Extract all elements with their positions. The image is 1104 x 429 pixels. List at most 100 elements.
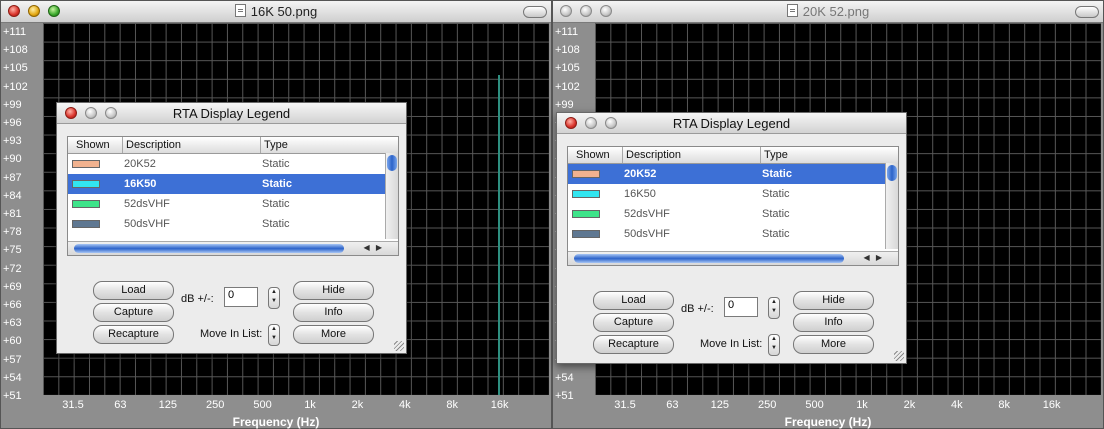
y-tick-label: +105 bbox=[555, 62, 580, 75]
move-in-list-stepper[interactable]: ▲ ▼ bbox=[768, 334, 780, 356]
legend-row-type: Static bbox=[262, 158, 290, 170]
dialog-titlebar[interactable]: RTA Display Legend bbox=[557, 113, 906, 134]
rta-legend-dialog[interactable]: RTA Display Legend Shown Description Typ… bbox=[56, 102, 407, 354]
x-tick-label: 8k bbox=[446, 399, 458, 411]
x-tick-label: 1k bbox=[304, 399, 316, 411]
y-tick-label: +111 bbox=[3, 26, 27, 38]
y-tick-label: +90 bbox=[3, 153, 22, 166]
hide-button[interactable]: Hide bbox=[293, 281, 374, 300]
column-type[interactable]: Type bbox=[264, 139, 288, 151]
hide-button[interactable]: Hide bbox=[793, 291, 874, 310]
y-tick-label: +108 bbox=[3, 44, 28, 57]
resize-grip-icon[interactable] bbox=[894, 351, 904, 361]
x-tick-label: 500 bbox=[805, 399, 824, 411]
trace-color-swatch-icon[interactable] bbox=[72, 180, 100, 188]
window-titlebar[interactable]: 20K 52.png bbox=[553, 1, 1103, 23]
recapture-button[interactable]: Recapture bbox=[93, 325, 174, 344]
trace-color-swatch-icon[interactable] bbox=[572, 230, 600, 238]
x-tick-label: 16k bbox=[1042, 399, 1061, 411]
trace-color-swatch-icon[interactable] bbox=[572, 190, 600, 198]
more-button[interactable]: More bbox=[293, 325, 374, 344]
capture-button[interactable]: Capture bbox=[593, 313, 674, 332]
db-offset-stepper[interactable]: ▲ ▼ bbox=[768, 297, 780, 319]
legend-row[interactable]: 16K50 Static bbox=[568, 184, 886, 204]
scroll-arrows-icon[interactable]: ◀ ▶ bbox=[363, 243, 384, 252]
db-offset-label: dB +/-: bbox=[681, 303, 714, 315]
horizontal-scrollbar[interactable]: ◀ ▶ bbox=[68, 241, 398, 255]
x-tick-label: 500 bbox=[253, 399, 272, 411]
window-titlebar[interactable]: 16K 50.png bbox=[1, 1, 551, 23]
vertical-scrollbar[interactable] bbox=[885, 163, 898, 249]
legend-list[interactable]: Shown Description Type 20K52 Static 16K50 S… bbox=[567, 146, 899, 266]
scroll-thumb[interactable] bbox=[387, 155, 397, 171]
vertical-scrollbar[interactable] bbox=[385, 153, 398, 239]
legend-row[interactable]: 50dsVHF Static bbox=[68, 214, 386, 234]
load-button[interactable]: Load bbox=[593, 291, 674, 310]
x-tick-label: 250 bbox=[758, 399, 777, 411]
db-offset-input[interactable]: 0 bbox=[224, 287, 258, 307]
column-shown[interactable]: Shown bbox=[76, 139, 110, 151]
column-description[interactable]: Description bbox=[626, 149, 681, 161]
move-in-list-stepper[interactable]: ▲ ▼ bbox=[268, 324, 280, 346]
legend-row-description: 16K50 bbox=[624, 188, 656, 200]
y-tick-label: +63 bbox=[3, 317, 22, 330]
move-in-list-label: Move In List: bbox=[200, 328, 263, 340]
db-offset-input[interactable]: 0 bbox=[724, 297, 758, 317]
column-description[interactable]: Description bbox=[126, 139, 181, 151]
resize-grip-icon[interactable] bbox=[394, 341, 404, 351]
y-tick-label: +102 bbox=[555, 80, 580, 93]
legend-row[interactable]: 20K52 Static bbox=[568, 164, 886, 184]
trace-color-swatch-icon[interactable] bbox=[72, 200, 100, 208]
more-button[interactable]: More bbox=[793, 335, 874, 354]
legend-row-type: Static bbox=[262, 218, 290, 230]
load-button[interactable]: Load bbox=[93, 281, 174, 300]
x-tick-label: 125 bbox=[158, 399, 177, 411]
y-tick-label: +96 bbox=[3, 117, 22, 129]
x-tick-label: 2k bbox=[351, 399, 364, 411]
x-tick-label: 1k bbox=[856, 399, 868, 411]
y-tick-label: +78 bbox=[3, 226, 22, 239]
recapture-button[interactable]: Recapture bbox=[593, 335, 674, 354]
legend-row-description: 52dsVHF bbox=[124, 198, 170, 210]
x-tick-label: 63 bbox=[114, 399, 127, 411]
legend-row-type: Static bbox=[762, 208, 790, 220]
legend-row[interactable]: 52dsVHF Static bbox=[568, 204, 886, 224]
column-type[interactable]: Type bbox=[764, 149, 788, 161]
trace-color-swatch-icon[interactable] bbox=[572, 210, 600, 218]
info-button[interactable]: Info bbox=[793, 313, 874, 332]
y-tick-label: +99 bbox=[3, 98, 22, 111]
scroll-thumb[interactable] bbox=[574, 254, 844, 263]
legend-row[interactable]: 20K52 Static bbox=[68, 154, 386, 174]
toolbar-toggle-icon[interactable] bbox=[1075, 6, 1099, 18]
legend-row-description: 50dsVHF bbox=[624, 228, 670, 240]
scroll-arrows-icon[interactable]: ◀ ▶ bbox=[863, 253, 884, 262]
rta-window-20k52[interactable]: 20K 52.png +111+108+105+102+99+96+93+90+… bbox=[552, 0, 1104, 429]
rta-window-16k50[interactable]: 16K 50.png +111 +108 +105 +102 +99 +96 +93 +90 +… bbox=[0, 0, 552, 429]
scroll-thumb[interactable] bbox=[887, 165, 897, 181]
legend-row[interactable]: 52dsVHF Static bbox=[68, 194, 386, 214]
y-tick-label: +66 bbox=[3, 299, 22, 311]
db-offset-stepper[interactable]: ▲ ▼ bbox=[268, 287, 280, 309]
legend-row-description: 52dsVHF bbox=[624, 208, 670, 220]
trace-color-swatch-icon[interactable] bbox=[72, 160, 100, 168]
column-shown[interactable]: Shown bbox=[576, 149, 610, 161]
rta-legend-dialog[interactable]: RTA Display Legend Shown Description Typ… bbox=[556, 112, 907, 364]
legend-list[interactable]: Shown Description Type 20K52 Static 16K50 S… bbox=[67, 136, 399, 256]
toolbar-toggle-icon[interactable] bbox=[523, 6, 547, 18]
capture-button[interactable]: Capture bbox=[93, 303, 174, 322]
y-tick-label: +54 bbox=[3, 371, 22, 384]
trace-color-swatch-icon[interactable] bbox=[572, 170, 600, 178]
x-axis-title: Frequency (Hz) bbox=[784, 415, 872, 429]
legend-row[interactable]: 16K50 Static bbox=[68, 174, 386, 194]
legend-row[interactable]: 50dsVHF Static bbox=[568, 224, 886, 244]
y-tick-label: +75 bbox=[3, 244, 22, 257]
x-axis-title: Frequency (Hz) bbox=[232, 415, 320, 429]
horizontal-scrollbar[interactable]: ◀ ▶ bbox=[568, 251, 898, 265]
y-tick-label: +51 bbox=[555, 390, 574, 402]
info-button[interactable]: Info bbox=[293, 303, 374, 322]
scroll-thumb[interactable] bbox=[74, 244, 344, 253]
trace-color-swatch-icon[interactable] bbox=[72, 220, 100, 228]
legend-row-description: 20K52 bbox=[124, 158, 156, 170]
x-tick-label: 250 bbox=[206, 399, 225, 411]
dialog-titlebar[interactable]: RTA Display Legend bbox=[57, 103, 406, 124]
